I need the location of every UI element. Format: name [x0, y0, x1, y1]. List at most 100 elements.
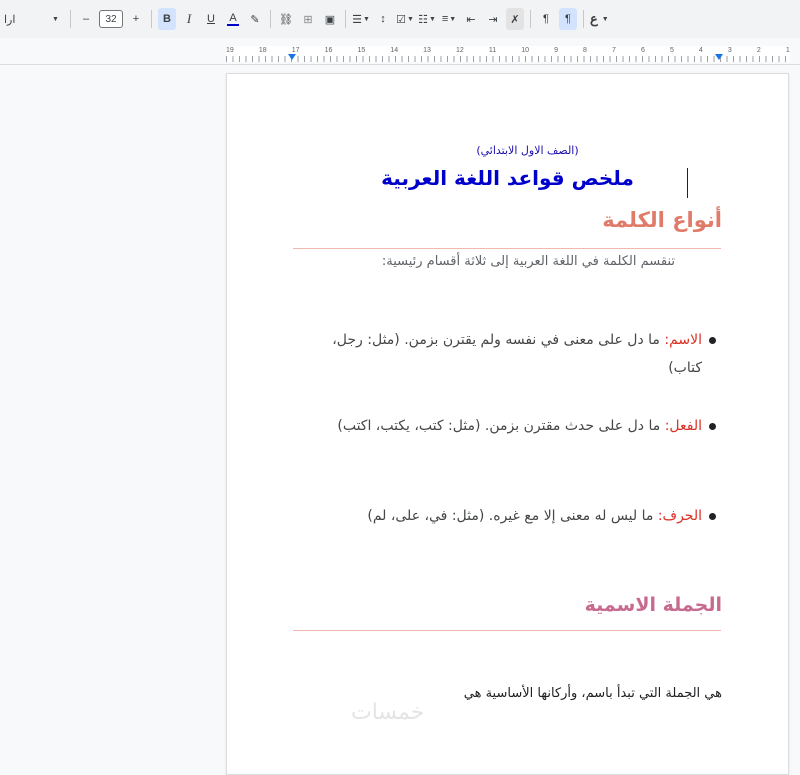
right-indent-marker[interactable]	[715, 54, 723, 60]
document-title: ملخص قواعد اللغة العربية	[381, 166, 634, 190]
ruler-number: 16	[324, 47, 333, 54]
list-item-text: ما دل على معنى في نفسه ولم يقترن بزمن. (…	[332, 332, 702, 376]
ruler-number: 6	[640, 47, 645, 54]
text-color-button[interactable]: A	[224, 8, 242, 30]
image-icon: ▣	[324, 13, 336, 26]
font-name-dropdown[interactable]: ارا	[2, 8, 42, 30]
heading-nominal-sentence: الجملة الاسمية	[584, 594, 722, 616]
chevron-down-icon: ▼	[406, 15, 414, 23]
ruler-number: 10	[521, 47, 530, 54]
text-color-icon: A	[229, 11, 237, 24]
chevron-down-icon: ▼	[52, 15, 59, 23]
increase-indent-icon: ⇥	[488, 13, 498, 26]
toolbar-divider	[583, 10, 584, 28]
bulleted-list-icon: ☷	[418, 13, 428, 26]
ruler-number: 11	[488, 47, 497, 54]
underline-icon: U	[207, 13, 215, 25]
increase-font-size-button[interactable]: +	[127, 8, 145, 30]
add-comment-button[interactable]: ⊞	[299, 8, 317, 30]
decrease-indent-icon: ⇤	[466, 13, 476, 26]
insert-image-button[interactable]: ▣	[321, 8, 339, 30]
ruler-number: 5	[669, 47, 674, 54]
input-tools-button[interactable]: ع ▼	[590, 8, 609, 30]
list-item: الحرف: ما ليس له معنى إلا مع غيره. (مثل:…	[302, 502, 716, 530]
ruler-numbers: 19 18 17 16 15 14 13 12 11 10 9 8 7 6 5 4 3 2 1	[226, 47, 790, 54]
font-size-input[interactable]: 32	[99, 8, 123, 30]
rtl-icon: ¶	[565, 13, 571, 25]
plus-icon: +	[132, 13, 140, 25]
comment-icon: ⊞	[303, 13, 313, 26]
chevron-down-icon: ▼	[428, 15, 436, 23]
align-button[interactable]: ☰ ▼	[352, 8, 370, 30]
list-item-text: ما دل على حدث مقترن بزمن. (مثل: كتب، يكت…	[337, 418, 665, 434]
heading-divider	[293, 248, 721, 249]
numbered-list-icon: ≡	[441, 13, 449, 25]
toolbar-divider	[151, 10, 152, 28]
list-item-text: ما ليس له معنى إلا مع غيره. (مثل: في، عل…	[367, 508, 658, 524]
font-size-value: 32	[99, 10, 123, 28]
italic-icon: I	[186, 11, 192, 26]
bullet-icon	[709, 423, 716, 430]
bullet-icon	[709, 337, 716, 344]
clear-formatting-icon: ✗	[510, 13, 520, 26]
ruler-number: 2	[756, 47, 761, 54]
heading-divider	[293, 630, 721, 631]
input-tools-label: ع	[590, 11, 598, 26]
increase-indent-button[interactable]: ⇥	[484, 8, 502, 30]
watermark-logo: خمسات	[351, 700, 425, 725]
bulleted-list-button[interactable]: ☷ ▼	[418, 8, 436, 30]
ruler-number: 19	[226, 47, 234, 54]
document-subtitle: (الصف الاول الابتدائي)	[476, 144, 579, 157]
list-item-term: الاسم:	[664, 332, 702, 348]
toolbar-divider	[270, 10, 271, 28]
line-spacing-button[interactable]: ↕	[374, 8, 392, 30]
chevron-down-icon: ▼	[449, 15, 457, 23]
horizontal-ruler[interactable]: 19 18 17 16 15 14 13 12 11 10 9 8 7 6 5 4 3 2 1	[0, 44, 800, 65]
checklist-button[interactable]: ☑ ▼	[396, 8, 414, 30]
list-item: الاسم: ما دل على معنى في نفسه ولم يقترن …	[302, 326, 716, 382]
align-icon: ☰	[352, 13, 362, 26]
ruler-number: 4	[698, 47, 703, 54]
font-name-value: ارا	[4, 13, 16, 26]
checklist-icon: ☑	[396, 13, 406, 26]
ruler-number: 7	[612, 47, 616, 54]
line-spacing-icon: ↕	[380, 13, 386, 25]
ltr-icon: ¶	[543, 13, 549, 25]
list-item: الفعل: ما دل على حدث مقترن بزمن. (مثل: ك…	[302, 412, 716, 440]
ltr-button[interactable]: ¶	[537, 8, 555, 30]
ruler-number: 14	[390, 47, 399, 54]
intro-paragraph: تنقسم الكلمة في اللغة العربية إلى ثلاثة …	[381, 254, 675, 269]
italic-button[interactable]: I	[180, 8, 198, 30]
insert-link-button[interactable]: ⛓	[277, 8, 295, 30]
rtl-button[interactable]: ¶	[559, 8, 577, 30]
ruler-number: 8	[583, 47, 587, 54]
underline-button[interactable]: U	[202, 8, 220, 30]
pen-icon: ✎	[250, 13, 260, 26]
decrease-font-size-button[interactable]: –	[77, 8, 95, 30]
toolbar-divider	[345, 10, 346, 28]
left-indent-marker[interactable]	[288, 54, 296, 60]
toolbar-divider	[70, 10, 71, 28]
highlight-button[interactable]: ✎	[246, 8, 264, 30]
numbered-list-button[interactable]: ≡ ▼	[440, 8, 458, 30]
clear-formatting-button[interactable]: ✗	[506, 8, 524, 30]
document-page[interactable]: (الصف الاول الابتدائي) ملخص قواعد اللغة …	[226, 73, 789, 775]
bullet-icon	[709, 513, 716, 520]
heading-word-types: أنواع الكلمة	[602, 208, 722, 232]
body-paragraph: هي الجملة التي تبدأ باسم، وأركانها الأسا…	[463, 686, 722, 701]
decrease-indent-button[interactable]: ⇤	[462, 8, 480, 30]
ruler-number: 17	[291, 47, 300, 54]
list-item-term: الحرف:	[657, 508, 702, 524]
list-item-term: الفعل:	[664, 418, 702, 434]
chevron-down-icon: ▼	[601, 15, 609, 23]
chevron-down-icon: ▼	[362, 15, 370, 23]
font-name-caret[interactable]: ▼	[46, 8, 64, 30]
ruler-number: 9	[554, 47, 558, 54]
ruler-ticks	[226, 56, 790, 62]
minus-icon: –	[82, 13, 90, 25]
ruler-number: 15	[357, 47, 366, 54]
text-cursor	[687, 168, 688, 198]
ruler-number: 12	[456, 47, 464, 54]
bold-button[interactable]: B	[158, 8, 176, 30]
bold-icon: B	[163, 13, 171, 25]
